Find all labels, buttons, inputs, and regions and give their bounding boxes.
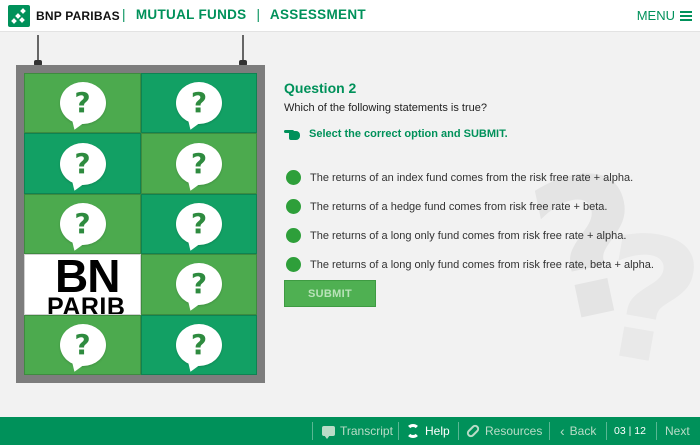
hamburger-icon [680,10,692,21]
answer-option-label: The returns of a long only fund comes fr… [310,258,654,271]
question-tile-board: ? ? ? ? ? ? BN PARIB ? ? ? [16,65,265,383]
instruction: Select the correct option and SUBMIT. [284,127,508,141]
answer-option-3[interactable]: The returns of a long only fund comes fr… [286,221,654,250]
back-button[interactable]: ‹ Back [560,417,596,445]
breadcrumb-separator: | [122,7,126,22]
tile: ? [24,133,141,194]
question-title: Question 2 [284,80,357,96]
footer-divider [606,422,607,440]
breadcrumb: | MUTUAL FUNDS | ASSESSMENT [116,7,366,22]
bnp-logo-icon [8,5,30,27]
question-text: Which of the following statements is tru… [284,102,487,114]
answer-option-label: The returns of a hedge fund comes from r… [310,200,608,213]
question-bubble-icon: ? [59,323,106,366]
tile: ? [24,193,141,255]
tile: ? [24,314,141,375]
question-bubble-icon: ? [176,82,222,125]
brand-name: BNP PARIBAS [36,9,120,23]
tile: ? [141,314,257,375]
help-label: Help [425,424,450,438]
answer-options: The returns of an index fund comes from … [286,163,654,279]
transcript-label: Transcript [340,424,393,438]
question-bubble-icon: ? [59,82,106,125]
question-bubble-icon: ? [176,323,222,366]
tile: ? [24,73,141,134]
resources-label: Resources [485,424,543,438]
chevron-left-icon: ‹ [560,423,565,439]
transcript-button[interactable]: Transcript [322,417,393,445]
radio-button[interactable] [286,228,301,243]
link-icon [465,423,481,439]
tile: ? [141,193,257,255]
question-bubble-icon: ? [176,202,222,245]
revealed-logo-tile: BN PARIB [24,254,141,315]
footer-divider [398,422,399,440]
radio-button[interactable] [286,257,301,272]
tile: ? [141,254,257,315]
tile: ? [141,133,257,194]
breadcrumb-module: MUTUAL FUNDS [135,7,247,22]
answer-option-label: The returns of a long only fund comes fr… [310,229,627,242]
tile-grid: ? ? ? ? ? ? BN PARIB ? ? ? [24,73,257,375]
radio-button[interactable] [286,199,301,214]
footer-nav: Transcript Help Resources ‹ Back 03 | 12… [0,417,700,445]
footer-divider [656,422,657,440]
breadcrumb-separator: | [256,7,261,22]
question-bubble-icon: ? [59,142,106,185]
footer-divider [312,422,313,440]
resources-button[interactable]: Resources [465,417,543,445]
footer-divider [549,422,550,440]
logo-fragment-bottom: PARIB [47,293,126,315]
speech-bubble-icon [322,426,335,439]
page-number: 03 | 12 [614,425,646,437]
help-button[interactable]: Help [406,417,450,445]
menu-button[interactable]: MENU [637,8,692,23]
next-button[interactable]: Next [665,417,690,445]
menu-label: MENU [636,8,675,23]
question-bubble-icon: ? [59,202,106,245]
answer-option-1[interactable]: The returns of an index fund comes from … [286,163,654,192]
answer-option-4[interactable]: The returns of a long only fund comes fr… [286,250,654,279]
next-label: Next [665,424,690,438]
pointing-hand-icon [284,127,302,141]
back-label: Back [569,424,597,438]
question-bubble-icon: ? [176,263,222,306]
answer-option-label: The returns of an index fund comes from … [310,171,634,184]
instruction-text: Select the correct option and SUBMIT. [309,128,508,140]
tile: ? [141,73,257,134]
breadcrumb-section: ASSESSMENT [269,7,366,22]
submit-button[interactable]: SUBMIT [284,280,376,307]
header-bar: BNP PARIBAS | MUTUAL FUNDS | ASSESSMENT … [0,0,700,32]
page-indicator: 03 | 12 [614,417,646,445]
answer-option-2[interactable]: The returns of a hedge fund comes from r… [286,192,654,221]
question-bubble-icon: ? [176,142,222,185]
footer-divider [458,422,459,440]
lifebuoy-icon [406,424,420,438]
radio-button[interactable] [286,170,301,185]
